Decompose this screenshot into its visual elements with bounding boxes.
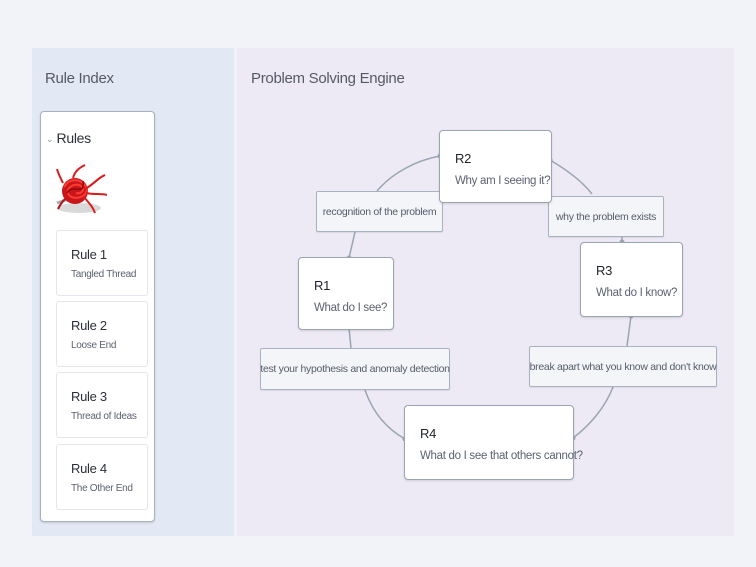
node-r4[interactable]: R4 What do I see that others cannot?	[404, 405, 583, 480]
rule-item-4[interactable]: Rule 4 The Other End	[56, 444, 148, 510]
node-id: R1	[314, 278, 331, 293]
rules-card: ⌄ Rules Rule 1 Tangled Thread Rule 2 Loo…	[40, 111, 155, 522]
rule-index-title: Rule Index	[45, 70, 114, 87]
edge-r2-label2	[549, 159, 593, 195]
rule-item-3[interactable]: Rule 3 Thread of Ideas	[56, 372, 148, 438]
rule-title: Rule 2	[71, 318, 107, 333]
rule-item-1[interactable]: Rule 1 Tangled Thread	[56, 230, 148, 296]
edge-label4-r1	[348, 327, 352, 349]
edge-label-r4-r1[interactable]: test your hypothesis and anomaly detecti…	[260, 348, 450, 390]
rule-title: Rule 1	[71, 247, 107, 262]
node-r1[interactable]: R1 What do I see?	[298, 257, 394, 330]
node-id: R3	[596, 263, 613, 278]
rule-title: Rule 3	[71, 389, 107, 404]
rule-index-panel: Rule Index ⌄ Rules Rule 1 Tangled Thread…	[32, 48, 234, 536]
node-r2[interactable]: R2 Why am I seeing it?	[439, 130, 552, 203]
node-id: R4	[420, 426, 437, 441]
edge-label3-r4	[572, 386, 614, 439]
node-question: Why am I seeing it?	[455, 175, 551, 187]
edge-r1-label1	[348, 231, 356, 259]
chevron-down-icon[interactable]: ⌄	[46, 134, 54, 145]
edge-label-r1-r2[interactable]: recognition of the problem	[316, 191, 443, 232]
node-id: R2	[455, 151, 472, 166]
rules-section-toggle[interactable]: ⌄ Rules	[46, 130, 91, 146]
edge-r3-label3	[626, 315, 632, 347]
rule-subtitle: Thread of Ideas	[71, 411, 137, 422]
node-question: What do I see?	[314, 302, 388, 314]
tangled-thread-image	[56, 164, 107, 214]
node-r3[interactable]: R3 What do I know?	[580, 242, 683, 317]
edge-r4-label4	[364, 389, 406, 440]
rule-subtitle: Tangled Thread	[71, 269, 137, 280]
node-question: What do I see that others cannot?	[420, 450, 583, 462]
rules-section-label: Rules	[56, 130, 92, 146]
rule-subtitle: The Other End	[71, 483, 133, 494]
rule-subtitle: Loose End	[71, 340, 117, 351]
rule-title: Rule 4	[71, 461, 107, 476]
node-question: What do I know?	[596, 287, 678, 299]
edge-label-r3-r4[interactable]: break apart what you know and don't know	[529, 346, 717, 387]
problem-solving-canvas: Problem Solving Engine recognition of th…	[237, 48, 734, 536]
rule-item-2[interactable]: Rule 2 Loose End	[56, 301, 148, 367]
edge-label-r2-r3[interactable]: why the problem exists	[548, 196, 664, 237]
edge-label1-r2	[376, 155, 441, 192]
